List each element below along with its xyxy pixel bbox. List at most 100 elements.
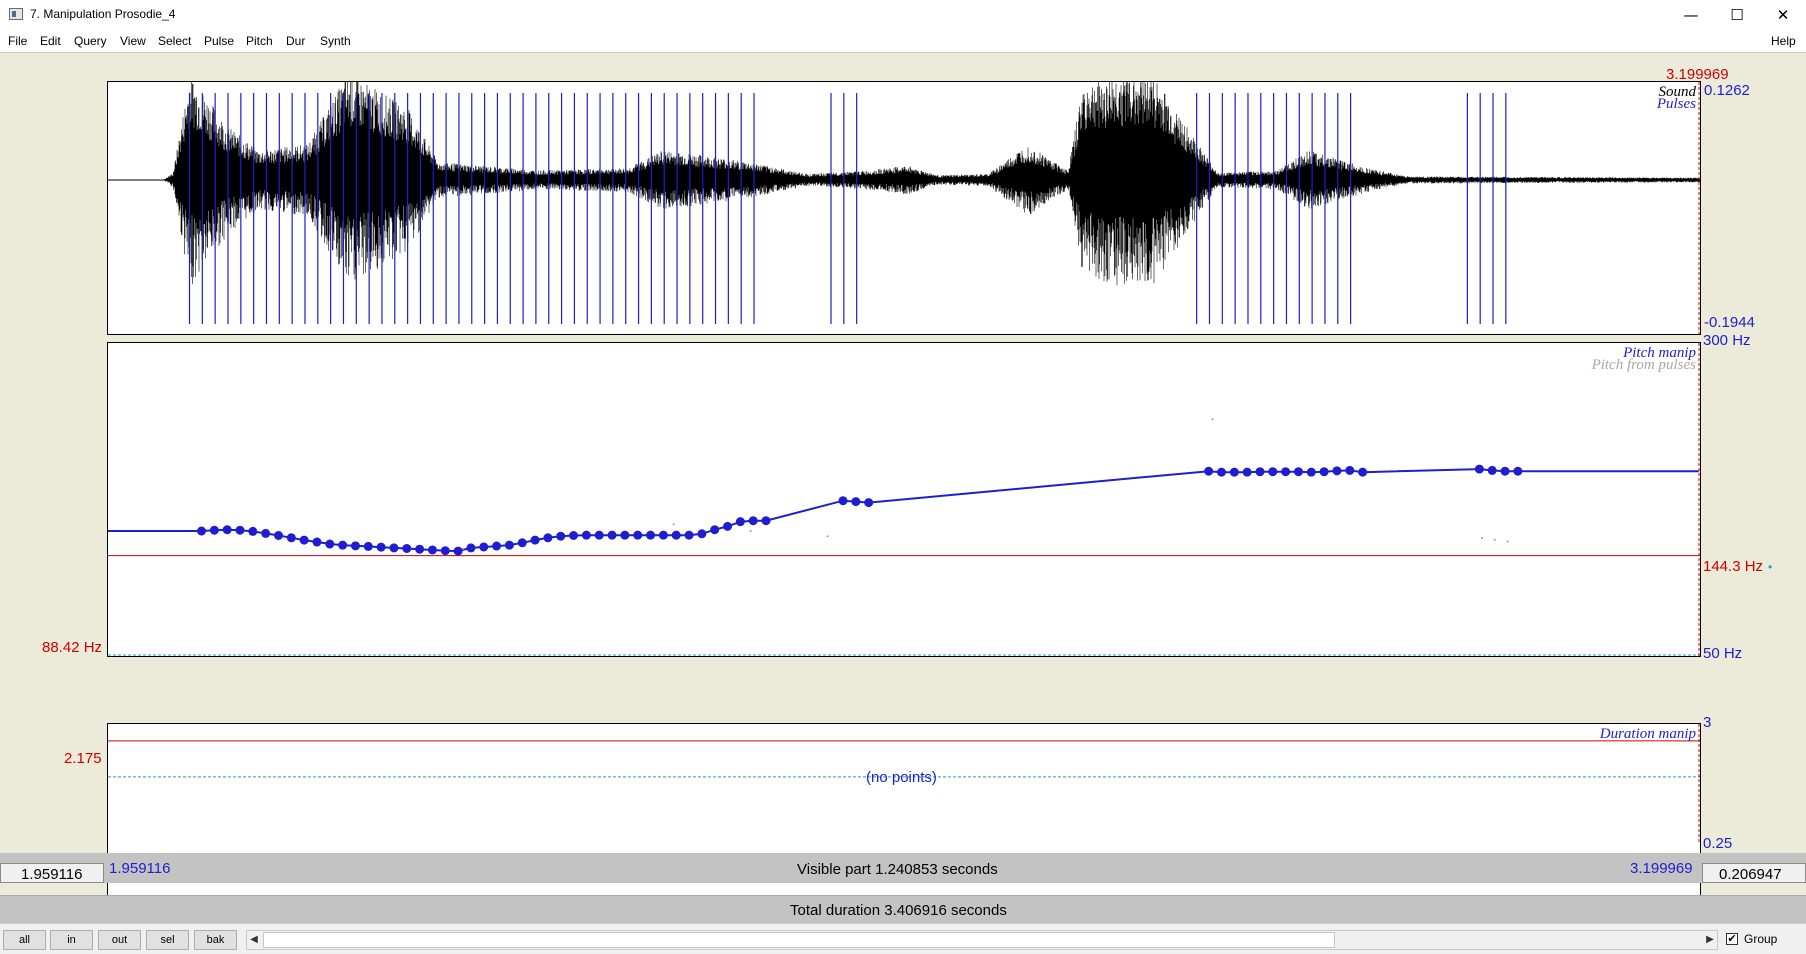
pitch-point: [1487, 465, 1497, 475]
pitch-point: [838, 496, 848, 506]
pitch-point: [415, 544, 425, 554]
legend-duration-manip: Duration manip: [1599, 726, 1696, 742]
legend-pulses: Pulses: [1656, 96, 1696, 112]
pulse-pitch-dot: [672, 523, 675, 526]
zoom-out-button[interactable]: out: [98, 930, 141, 950]
pitch-point: [402, 543, 412, 553]
pitch-point: [299, 535, 309, 545]
duration-bottom-label: 0.25: [1703, 835, 1733, 852]
pitch-point: [1242, 467, 1252, 477]
pitch-end-marker: •: [1768, 560, 1773, 574]
menu-dur[interactable]: Dur: [286, 34, 305, 48]
waveform-and-pulses[interactable]: [108, 82, 1700, 334]
group-toggle[interactable]: ✔ Group: [1722, 930, 1806, 950]
waveform: [163, 82, 1700, 286]
pitch-point: [1216, 467, 1226, 477]
pitch-point: [530, 535, 540, 545]
pitch-panel[interactable]: Pitch manip Pitch from pulses: [107, 342, 1701, 657]
pitch-point: [1229, 467, 1239, 477]
pitch-end-value: 144.3 Hz: [1703, 558, 1764, 575]
pitch-point: [671, 530, 681, 540]
scroll-left-icon[interactable]: ◀: [247, 931, 261, 949]
pitch-point: [658, 530, 668, 540]
zoom-in-button[interactable]: in: [50, 930, 93, 950]
pitch-point: [209, 525, 219, 535]
pitch-point: [1358, 467, 1368, 477]
scroll-right-icon[interactable]: ▶: [1703, 931, 1717, 949]
pitch-point: [466, 543, 476, 553]
menu-pitch[interactable]: Pitch: [246, 34, 273, 48]
pitch-point: [684, 530, 694, 540]
zoom-all-button[interactable]: all: [3, 930, 46, 950]
total-duration-bar[interactable]: Total duration 3.406916 seconds: [0, 895, 1806, 924]
menu-view[interactable]: View: [120, 34, 146, 48]
pitch-point: [427, 545, 437, 555]
menu-select[interactable]: Select: [158, 34, 191, 48]
pitch-point: [338, 540, 348, 550]
pitch-point: [1204, 466, 1214, 476]
pitch-point: [1293, 467, 1303, 477]
pitch-manip-line: [108, 468, 1699, 553]
zoom-sel-button[interactable]: sel: [146, 930, 189, 950]
pitch-point: [1306, 467, 1316, 477]
pitch-point: [748, 516, 758, 526]
scroll-thumb[interactable]: [263, 932, 1335, 948]
pitch-point: [594, 530, 604, 540]
pitch-point: [1513, 466, 1523, 476]
minimize-icon[interactable]: —: [1668, 0, 1714, 30]
menu-bar: File Edit Query View Select Pulse Pitch …: [0, 30, 1806, 52]
visible-start-time: 1.959116: [109, 860, 171, 877]
zoom-back-button[interactable]: bak: [194, 930, 237, 950]
pulse-pitch-dot: [1493, 538, 1496, 541]
pitch-point: [646, 530, 656, 540]
pitch-point: [325, 539, 335, 549]
time-scrollbar[interactable]: ◀ ▶: [246, 930, 1718, 950]
pitch-point: [389, 543, 399, 553]
close-icon[interactable]: ✕: [1760, 0, 1806, 30]
pitch-point: [864, 498, 874, 508]
pitch-point: [1474, 464, 1484, 474]
pitch-point: [1332, 466, 1342, 476]
pitch-point: [350, 541, 360, 551]
visible-part-bar[interactable]: 1.959116 1.959116 Visible part 1.240853 …: [0, 853, 1806, 883]
visible-part-text: Visible part 1.240853 seconds: [797, 861, 998, 878]
maximize-icon[interactable]: ☐: [1714, 0, 1760, 30]
pitch-point: [633, 530, 643, 540]
pulse-pitch-dot: [826, 535, 829, 538]
pitch-point: [248, 526, 258, 536]
pitch-point: [1319, 467, 1329, 477]
pitch-point: [235, 525, 245, 535]
pitch-point: [710, 525, 720, 535]
pitch-point: [261, 528, 271, 538]
menu-synth[interactable]: Synth: [320, 34, 351, 48]
pitch-point: [222, 525, 232, 535]
duration-cursor-value: 2.175: [64, 750, 102, 767]
pitch-point: [376, 542, 386, 552]
menu-help[interactable]: Help: [1771, 34, 1796, 48]
menu-pulse[interactable]: Pulse: [204, 34, 234, 48]
group-label: Group: [1744, 932, 1778, 946]
pitch-point: [273, 531, 283, 541]
sound-panel[interactable]: Sound Pulses: [107, 81, 1701, 335]
pitch-curve[interactable]: [108, 343, 1700, 656]
pitch-point: [1500, 466, 1510, 476]
pitch-point: [1255, 467, 1265, 477]
pulse-pitch-dot: [1480, 536, 1483, 539]
editor-area: 3.199969 Sound Pulses 0.1262 -0.1944 Pit…: [0, 52, 1806, 924]
menu-file[interactable]: File: [8, 34, 27, 48]
menu-query[interactable]: Query: [74, 34, 107, 48]
pitch-cursor-value: 88.42 Hz: [42, 639, 103, 656]
group-checkbox[interactable]: ✔: [1726, 933, 1738, 945]
pitch-point: [543, 533, 553, 543]
pitch-point: [312, 537, 322, 547]
pitch-point: [620, 530, 630, 540]
pulse-pitch-dot: [1506, 540, 1509, 543]
pitch-point: [197, 526, 207, 536]
right-outside-box[interactable]: 0.206947: [1702, 863, 1806, 883]
left-outside-box[interactable]: 1.959116: [0, 863, 104, 883]
right-outside-time: 0.206947: [1719, 866, 1782, 883]
pitch-point: [1281, 467, 1291, 477]
pitch-point: [286, 533, 296, 543]
pitch-point: [504, 540, 514, 550]
menu-edit[interactable]: Edit: [40, 34, 61, 48]
